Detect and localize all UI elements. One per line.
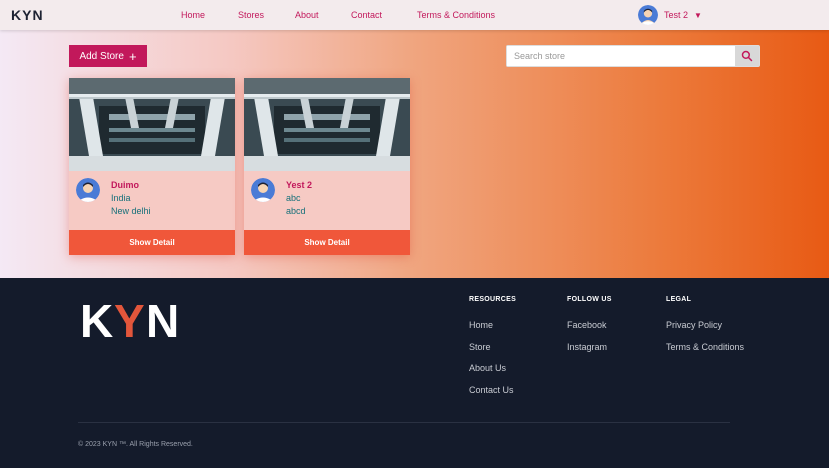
footer-link-privacy-policy[interactable]: Privacy Policy: [666, 320, 744, 342]
show-detail-button[interactable]: Show Detail: [69, 230, 235, 255]
footer-link-store[interactable]: Store: [469, 342, 516, 364]
search-input[interactable]: [507, 46, 735, 66]
footer-col-follow-us: FOLLOW US Facebook Instagram: [567, 296, 612, 363]
add-store-button[interactable]: Add Store +: [69, 45, 147, 67]
footer-link-instagram[interactable]: Instagram: [567, 342, 612, 364]
store-image: [69, 78, 235, 171]
svg-text:K: K: [80, 295, 113, 343]
show-detail-button[interactable]: Show Detail: [244, 230, 410, 255]
store-country: abc: [286, 193, 301, 203]
top-navbar: KYN Home Stores About Contact Terms & Co…: [0, 0, 829, 30]
footer-link-facebook[interactable]: Facebook: [567, 320, 612, 342]
store-country: India: [111, 193, 131, 203]
nav-logo[interactable]: KYN: [11, 7, 44, 23]
store-image: [244, 78, 410, 171]
user-avatar-icon: [638, 5, 658, 25]
copyright-text: © 2023 KYN ™. All Rights Reserved.: [78, 441, 193, 448]
footer-link-about-us[interactable]: About Us: [469, 363, 516, 385]
footer-link-terms[interactable]: Terms & Conditions: [666, 342, 744, 364]
plus-icon: +: [128, 48, 137, 64]
footer-link-contact-us[interactable]: Contact Us: [469, 385, 516, 407]
search-icon: [741, 50, 753, 62]
footer-col-resources: RESOURCES Home Store About Us Contact Us: [469, 296, 516, 406]
store-name: Yest 2: [286, 180, 313, 190]
user-name: Test 2: [664, 10, 689, 20]
store-city: abcd: [286, 206, 306, 216]
footer-col-legal: LEGAL Privacy Policy Terms & Conditions: [666, 296, 744, 363]
store-city: New delhi: [111, 206, 151, 216]
footer-logo[interactable]: K Y N: [80, 295, 184, 343]
nav-link-stores[interactable]: Stores: [238, 10, 264, 20]
footer: K Y N RESOURCES Home Store About Us Cont…: [0, 278, 829, 468]
footer-divider: [78, 422, 730, 423]
caret-down-icon: ▼: [694, 10, 702, 20]
svg-text:Y: Y: [114, 295, 145, 343]
store-info: Yest 2 abc abcd: [244, 171, 410, 230]
footer-col-title: FOLLOW US: [567, 296, 612, 303]
footer-link-home[interactable]: Home: [469, 320, 516, 342]
nav-link-terms[interactable]: Terms & Conditions: [417, 10, 495, 20]
user-menu[interactable]: Test 2 ▼: [638, 5, 702, 25]
main-content: Add Store + Search store Duimo India New…: [0, 30, 829, 278]
store-avatar-icon: [251, 178, 275, 202]
search-button[interactable]: [735, 46, 759, 66]
footer-col-title: RESOURCES: [469, 296, 517, 303]
svg-text:N: N: [146, 295, 179, 343]
nav-link-contact[interactable]: Contact: [351, 10, 382, 20]
store-info: Duimo India New delhi: [69, 171, 235, 230]
nav-link-about[interactable]: About: [295, 10, 319, 20]
nav-link-home[interactable]: Home: [181, 10, 205, 20]
search-bar: [506, 45, 760, 67]
store-card: Yest 2 abc abcd Show Detail: [244, 78, 410, 255]
store-name: Duimo: [111, 180, 139, 190]
store-card: Duimo India New delhi Show Detail: [69, 78, 235, 255]
footer-col-title: LEGAL: [666, 296, 692, 303]
store-avatar-icon: [76, 178, 100, 202]
